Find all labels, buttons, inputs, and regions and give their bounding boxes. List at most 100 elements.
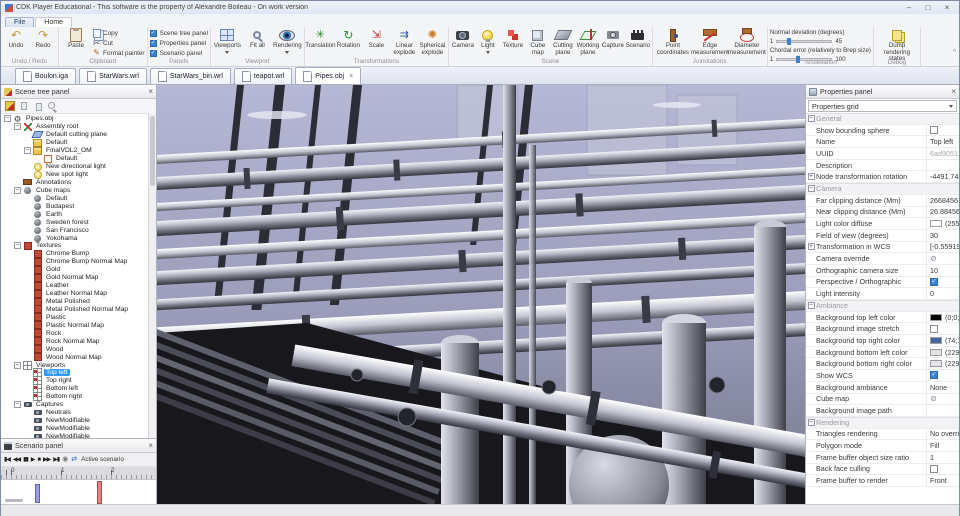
tree-expander-icon[interactable]: − xyxy=(24,147,31,154)
tree-expander-icon[interactable]: − xyxy=(4,115,11,122)
section-collapse-icon[interactable]: − xyxy=(808,302,815,309)
tree-item-default-cutting-plane[interactable]: Default cutting plane xyxy=(1,131,156,139)
property-row-background-ambiance[interactable]: Background ambianceNone xyxy=(806,382,959,394)
color-swatch[interactable] xyxy=(930,314,942,321)
property-row-background-bottom-right-color[interactable]: Background bottom right color(229;227;22… xyxy=(806,358,959,370)
checkbox-icon[interactable] xyxy=(930,465,938,473)
slider-thumb[interactable] xyxy=(787,38,791,45)
camera-button[interactable]: Camera xyxy=(451,27,475,50)
tree-item-newmodifiable[interactable]: NewModifiable xyxy=(1,417,156,425)
tree-item-captures[interactable]: −Captures xyxy=(1,401,156,409)
close-window-button[interactable]: × xyxy=(939,1,955,14)
scene-tree-panel-checkbox[interactable]: ✓Scene tree panel xyxy=(150,29,208,37)
checkbox-icon[interactable] xyxy=(930,126,938,134)
slider-track[interactable] xyxy=(776,40,832,43)
tree-item-bottom-right[interactable]: Bottom right xyxy=(1,393,156,401)
property-row-camera-override[interactable]: Camera override⊘ xyxy=(806,253,959,265)
capture-button[interactable]: Capture xyxy=(601,27,625,50)
tree-item-chrome-bump-normal-map[interactable]: Chrome Bump Normal Map xyxy=(1,258,156,266)
maximize-button[interactable]: □ xyxy=(920,1,936,14)
tree-item-leather[interactable]: Leather xyxy=(1,282,156,290)
format-painter-button[interactable]: Format painter xyxy=(92,49,145,57)
property-row-frame-buffer-object-size-ratio[interactable]: Frame buffer object size ratio1 xyxy=(806,452,959,464)
tree-item-gold[interactable]: Gold xyxy=(1,266,156,274)
tree-item-pipes-obj[interactable]: −Pipes.obj xyxy=(1,115,156,123)
row-expand-icon[interactable]: + xyxy=(808,243,815,250)
cut-button[interactable]: Cut xyxy=(92,39,145,47)
tree-item-new-spot-light[interactable]: New spot light xyxy=(1,171,156,179)
tree-expander-icon[interactable]: − xyxy=(14,187,21,194)
tree-item-finalvdl2-om[interactable]: −FinalVDL2_OM xyxy=(1,147,156,155)
section-collapse-icon[interactable]: − xyxy=(808,185,815,192)
property-row-background-image-path[interactable]: Background image path xyxy=(806,405,959,417)
checkbox-icon[interactable]: ✓ xyxy=(930,278,938,286)
fast-forward-button[interactable]: ▶▶ xyxy=(43,457,50,463)
doc-tab-teapot-wrl[interactable]: teapot.wrl xyxy=(234,68,292,84)
color-swatch[interactable] xyxy=(930,337,942,344)
viewport-3d-render[interactable] xyxy=(157,85,805,504)
tree-item-newmodifiable[interactable]: NewModifiable xyxy=(1,425,156,433)
property-row-polygon-mode[interactable]: Polygon modeFill xyxy=(806,440,959,452)
tree-item-budapest[interactable]: Budapest xyxy=(1,202,156,210)
skip-end-button[interactable]: ▶▮ xyxy=(53,457,59,463)
tree-expander-icon[interactable]: − xyxy=(14,401,21,408)
tree-expander-icon[interactable]: − xyxy=(14,242,21,249)
property-row-frame-buffer-to-render[interactable]: Frame buffer to renderFront xyxy=(806,475,959,487)
export-button[interactable]: ⇄ xyxy=(71,456,77,463)
tree-item-rock[interactable]: Rock xyxy=(1,329,156,337)
property-row-background-image-stretch[interactable]: Background image stretch xyxy=(806,323,959,335)
tree-item-plastic-normal-map[interactable]: Plastic Normal Map xyxy=(1,321,156,329)
close-properties-panel-icon[interactable]: × xyxy=(951,88,956,96)
tree-item-earth[interactable]: Earth xyxy=(1,210,156,218)
property-row-back-face-culling[interactable]: Back face culling xyxy=(806,464,959,476)
close-tab-icon[interactable]: × xyxy=(349,73,353,80)
doc-tab-starwars-bin-wrl[interactable]: StarWars_bin.wrl xyxy=(150,68,231,84)
home-menu-tab[interactable]: Home xyxy=(35,17,72,27)
section-collapse-icon[interactable]: − xyxy=(808,419,815,426)
color-swatch[interactable] xyxy=(930,349,942,356)
property-row-light-color-diffuse[interactable]: Light color diffuse(255;255;255) xyxy=(806,218,959,230)
fit-all-button[interactable]: Fit all xyxy=(243,27,272,50)
light-button[interactable]: Light xyxy=(476,27,500,54)
linear-explode-button[interactable]: Linear explode xyxy=(391,27,418,56)
tree-item-default[interactable]: Default xyxy=(1,139,156,147)
property-row-name[interactable]: NameTop left xyxy=(806,136,959,148)
tree-item-yokohama[interactable]: Yokohama xyxy=(1,234,156,242)
slider-thumb[interactable] xyxy=(796,56,800,63)
paste-button[interactable]: Paste xyxy=(61,27,91,50)
texture-button[interactable]: Texture xyxy=(501,27,525,50)
tree-item-textures[interactable]: −Textures xyxy=(1,242,156,250)
property-row-far-clipping-distance-mm[interactable]: Far clipping distance (Mm)2668456.75 xyxy=(806,195,959,207)
checkbox-icon[interactable]: ✓ xyxy=(930,371,938,379)
property-row-show-wcs[interactable]: Show WCS✓ xyxy=(806,370,959,382)
doc-tab-starwars-wrl[interactable]: StarWars.wrl xyxy=(79,68,147,84)
property-row-light-intensity[interactable]: Light intensity0 xyxy=(806,288,959,300)
new-capture-icon[interactable] xyxy=(5,101,15,111)
timeline-scrollbar[interactable] xyxy=(5,499,23,502)
stop-button[interactable]: ■ xyxy=(37,457,40,463)
tree-item-bottom-left[interactable]: Bottom left xyxy=(1,385,156,393)
tree-item-metal-polished[interactable]: Metal Polished xyxy=(1,298,156,306)
tree-item-gold-normal-map[interactable]: Gold Normal Map xyxy=(1,274,156,282)
tree-item-annotations[interactable]: Annotations xyxy=(1,179,156,187)
copy-button[interactable]: Copy xyxy=(92,29,145,37)
properties-panel-checkbox[interactable]: ✓Properties panel xyxy=(150,39,208,47)
scrollbar-thumb[interactable] xyxy=(150,116,155,186)
tree-expander-icon[interactable]: − xyxy=(14,123,21,130)
properties-mode-select[interactable]: Properties grid xyxy=(808,100,957,112)
tree-item-assembly-root[interactable]: −Assembly root xyxy=(1,123,156,131)
slider-track[interactable] xyxy=(776,58,832,61)
timeline-marker-blue[interactable] xyxy=(35,484,40,503)
tree-expander-icon[interactable]: − xyxy=(14,362,21,369)
cutting-plane-button[interactable]: Cutting plane xyxy=(551,27,575,56)
tree-item-san-francisco[interactable]: San Francisco xyxy=(1,226,156,234)
tree-item-default[interactable]: Default xyxy=(1,155,156,163)
timeline-ruler[interactable]: 012 xyxy=(1,467,156,480)
property-row-field-of-view-degrees[interactable]: Field of view (degrees)30 xyxy=(806,230,959,242)
close-scenario-panel-icon[interactable]: × xyxy=(148,442,153,450)
property-row-transformation-in-wcs[interactable]: +Transformation in WCS[-0.559194; 0.8290… xyxy=(806,242,959,254)
edge-measurement-button[interactable]: Edge measurement xyxy=(692,27,728,56)
property-row-node-transformation-rotation[interactable]: +Node transformation rotation-4491.74804… xyxy=(806,171,959,183)
property-row-uuid[interactable]: UUID6ad90512-71ae-4427-a121-a xyxy=(806,148,959,160)
tree-item-wood[interactable]: Wood xyxy=(1,345,156,353)
